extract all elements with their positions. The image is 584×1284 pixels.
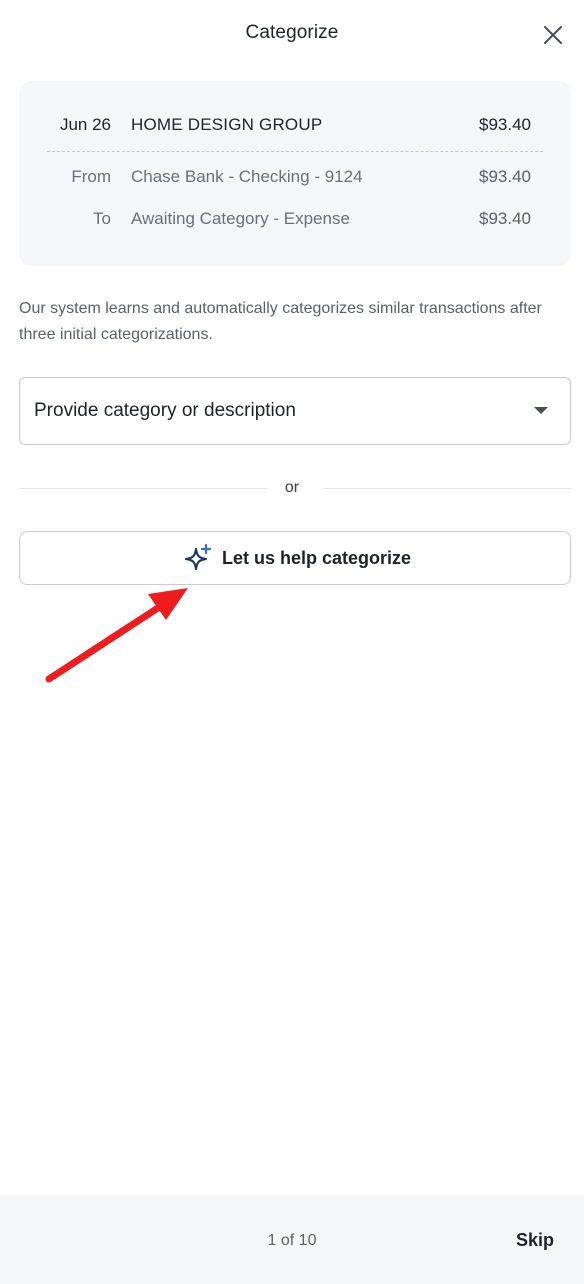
pager-text: 1 of 10	[267, 1232, 317, 1249]
help-categorize-label: Let us help categorize	[222, 548, 412, 568]
skip-button[interactable]: Skip	[516, 1230, 554, 1251]
from-amount: $93.40	[479, 167, 531, 186]
page-title: Categorize	[245, 22, 339, 43]
close-icon[interactable]	[542, 24, 564, 46]
transaction-date: Jun 26	[59, 115, 111, 134]
dotted-divider	[47, 151, 543, 152]
footer-bar: 1 of 10 Skip	[0, 1195, 584, 1284]
categorize-screen: Categorize Jun 26 HOME DESIGN GROUP $93.…	[0, 0, 584, 1284]
caret-down-icon	[534, 407, 548, 414]
to-label: To	[93, 209, 111, 228]
info-text: Our system learns and automatically cate…	[19, 300, 542, 343]
close-button[interactable]	[538, 20, 568, 50]
to-amount: $93.40	[479, 209, 531, 228]
transaction-amount: $93.40	[479, 115, 531, 134]
transaction-card: Jun 26 HOME DESIGN GROUP $93.40 From Cha…	[19, 81, 571, 266]
help-categorize-button[interactable]: Let us help categorize	[19, 531, 571, 585]
to-row: To Awaiting Category - Expense $93.40	[19, 209, 571, 233]
category-select[interactable]: Provide category or description	[19, 377, 571, 445]
from-row: From Chase Bank - Checking - 9124 $93.40	[19, 167, 571, 191]
divider-right	[323, 488, 571, 489]
header: Categorize	[0, 0, 584, 70]
red-arrow-icon	[45, 588, 188, 683]
from-label: From	[71, 167, 111, 186]
transaction-row: Jun 26 HOME DESIGN GROUP $93.40	[19, 115, 571, 139]
sparkle-icon	[184, 543, 212, 571]
to-account: Awaiting Category - Expense	[131, 209, 350, 228]
from-account: Chase Bank - Checking - 9124	[131, 167, 363, 186]
category-select-placeholder: Provide category or description	[34, 400, 296, 421]
transaction-merchant: HOME DESIGN GROUP	[131, 115, 323, 134]
